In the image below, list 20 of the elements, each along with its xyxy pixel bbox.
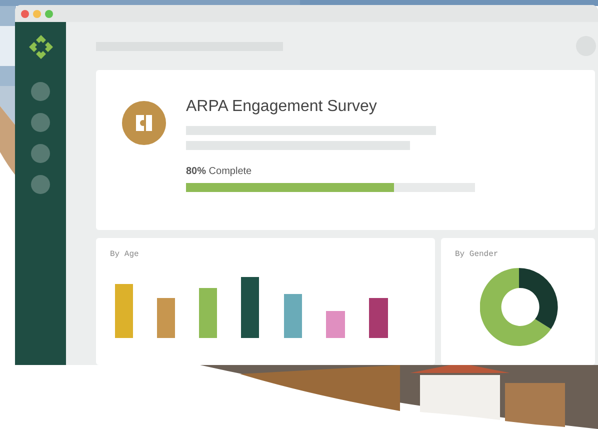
bar (241, 277, 259, 338)
bar (326, 311, 345, 338)
nav-icon[interactable] (31, 144, 50, 163)
bar (115, 284, 133, 338)
bar (157, 298, 175, 338)
minimize-icon[interactable] (33, 10, 41, 18)
nav-icon[interactable] (31, 175, 50, 194)
chart-title: By Age (110, 250, 140, 260)
survey-title: ARPA Engagement Survey (186, 97, 378, 117)
nav-icon[interactable] (31, 113, 50, 132)
nav-icon[interactable] (31, 82, 50, 101)
bar (369, 298, 388, 338)
survey-icon (122, 101, 166, 145)
logo-icon[interactable] (28, 34, 54, 60)
chart-title: By Gender (455, 250, 500, 260)
close-icon[interactable] (21, 10, 29, 18)
maximize-icon[interactable] (45, 10, 53, 18)
bar (199, 288, 217, 338)
bar (284, 294, 302, 338)
progress-label: 80% Complete (186, 166, 253, 178)
